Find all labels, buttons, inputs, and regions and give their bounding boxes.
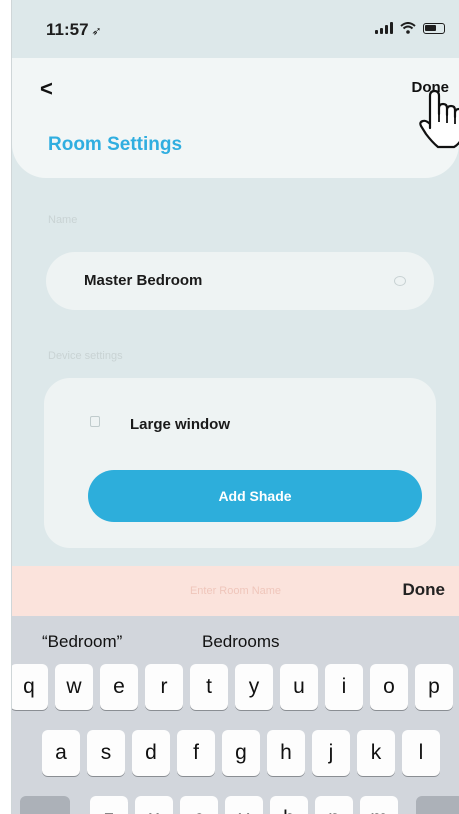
key-f[interactable]: f <box>177 730 215 776</box>
key-n[interactable]: n <box>315 796 353 814</box>
key-w[interactable]: w <box>55 664 93 710</box>
key-u[interactable]: u <box>280 664 318 710</box>
room-name-value[interactable]: Master Bedroom <box>84 272 202 289</box>
back-button[interactable]: < <box>40 76 53 102</box>
room-name-field[interactable]: Master Bedroom <box>46 252 434 310</box>
key-a[interactable]: a <box>42 730 80 776</box>
key-d[interactable]: d <box>132 730 170 776</box>
key-p[interactable]: p <box>415 664 453 710</box>
phone-screen: 11:57 ➶ < Done Room Settings Name Master … <box>12 0 459 814</box>
key-j[interactable]: j <box>312 730 350 776</box>
battery-icon <box>423 22 445 34</box>
location-icon: ➶ <box>91 24 102 38</box>
key-i[interactable]: i <box>325 664 363 710</box>
keyboard-accessory-bar: Enter Room Name Done <box>12 566 459 616</box>
key-c[interactable]: c <box>180 796 218 814</box>
page-title: Room Settings <box>48 134 183 155</box>
suggestion-1[interactable]: “Bedroom” <box>42 632 122 652</box>
key-y[interactable]: y <box>235 664 273 710</box>
status-time-text: 11:57 <box>46 20 89 39</box>
device-card: Large window Add Shade <box>44 378 436 548</box>
key-z[interactable]: z <box>90 796 128 814</box>
key-o[interactable]: o <box>370 664 408 710</box>
delete-key[interactable] <box>416 796 459 814</box>
status-icons <box>375 22 445 34</box>
key-e[interactable]: e <box>100 664 138 710</box>
keyboard-done-button[interactable]: Done <box>403 580 446 600</box>
status-bar: 11:57 ➶ <box>12 0 459 60</box>
key-v[interactable]: v <box>225 796 263 814</box>
shade-icon <box>90 416 100 427</box>
shift-key[interactable] <box>20 796 70 814</box>
keyboard: “Bedroom” Bedrooms qwertyuiop asdfghjkl zx… <box>12 616 459 814</box>
add-shade-button[interactable]: Add Shade <box>88 470 422 522</box>
key-m[interactable]: m <box>360 796 398 814</box>
key-b[interactable]: b <box>270 796 308 814</box>
wifi-icon <box>400 22 416 34</box>
pointer-hand-icon <box>419 89 459 149</box>
header-card: < Done Room Settings <box>12 58 459 178</box>
key-r[interactable]: r <box>145 664 183 710</box>
device-name[interactable]: Large window <box>130 416 230 433</box>
device-section-label: Device settings <box>48 350 123 362</box>
key-g[interactable]: g <box>222 730 260 776</box>
suggestion-bar: “Bedroom” Bedrooms <box>12 616 459 666</box>
key-l[interactable]: l <box>402 730 440 776</box>
key-t[interactable]: t <box>190 664 228 710</box>
visibility-icon[interactable] <box>394 276 406 286</box>
status-time: 11:57 ➶ <box>46 20 102 40</box>
key-k[interactable]: k <box>357 730 395 776</box>
name-section-label: Name <box>48 214 78 226</box>
key-s[interactable]: s <box>87 730 125 776</box>
key-q[interactable]: q <box>12 664 48 710</box>
key-x[interactable]: x <box>135 796 173 814</box>
accessory-hint: Enter Room Name <box>189 585 282 597</box>
suggestion-2[interactable]: Bedrooms <box>202 632 279 652</box>
key-h[interactable]: h <box>267 730 305 776</box>
signal-icon <box>375 22 393 34</box>
